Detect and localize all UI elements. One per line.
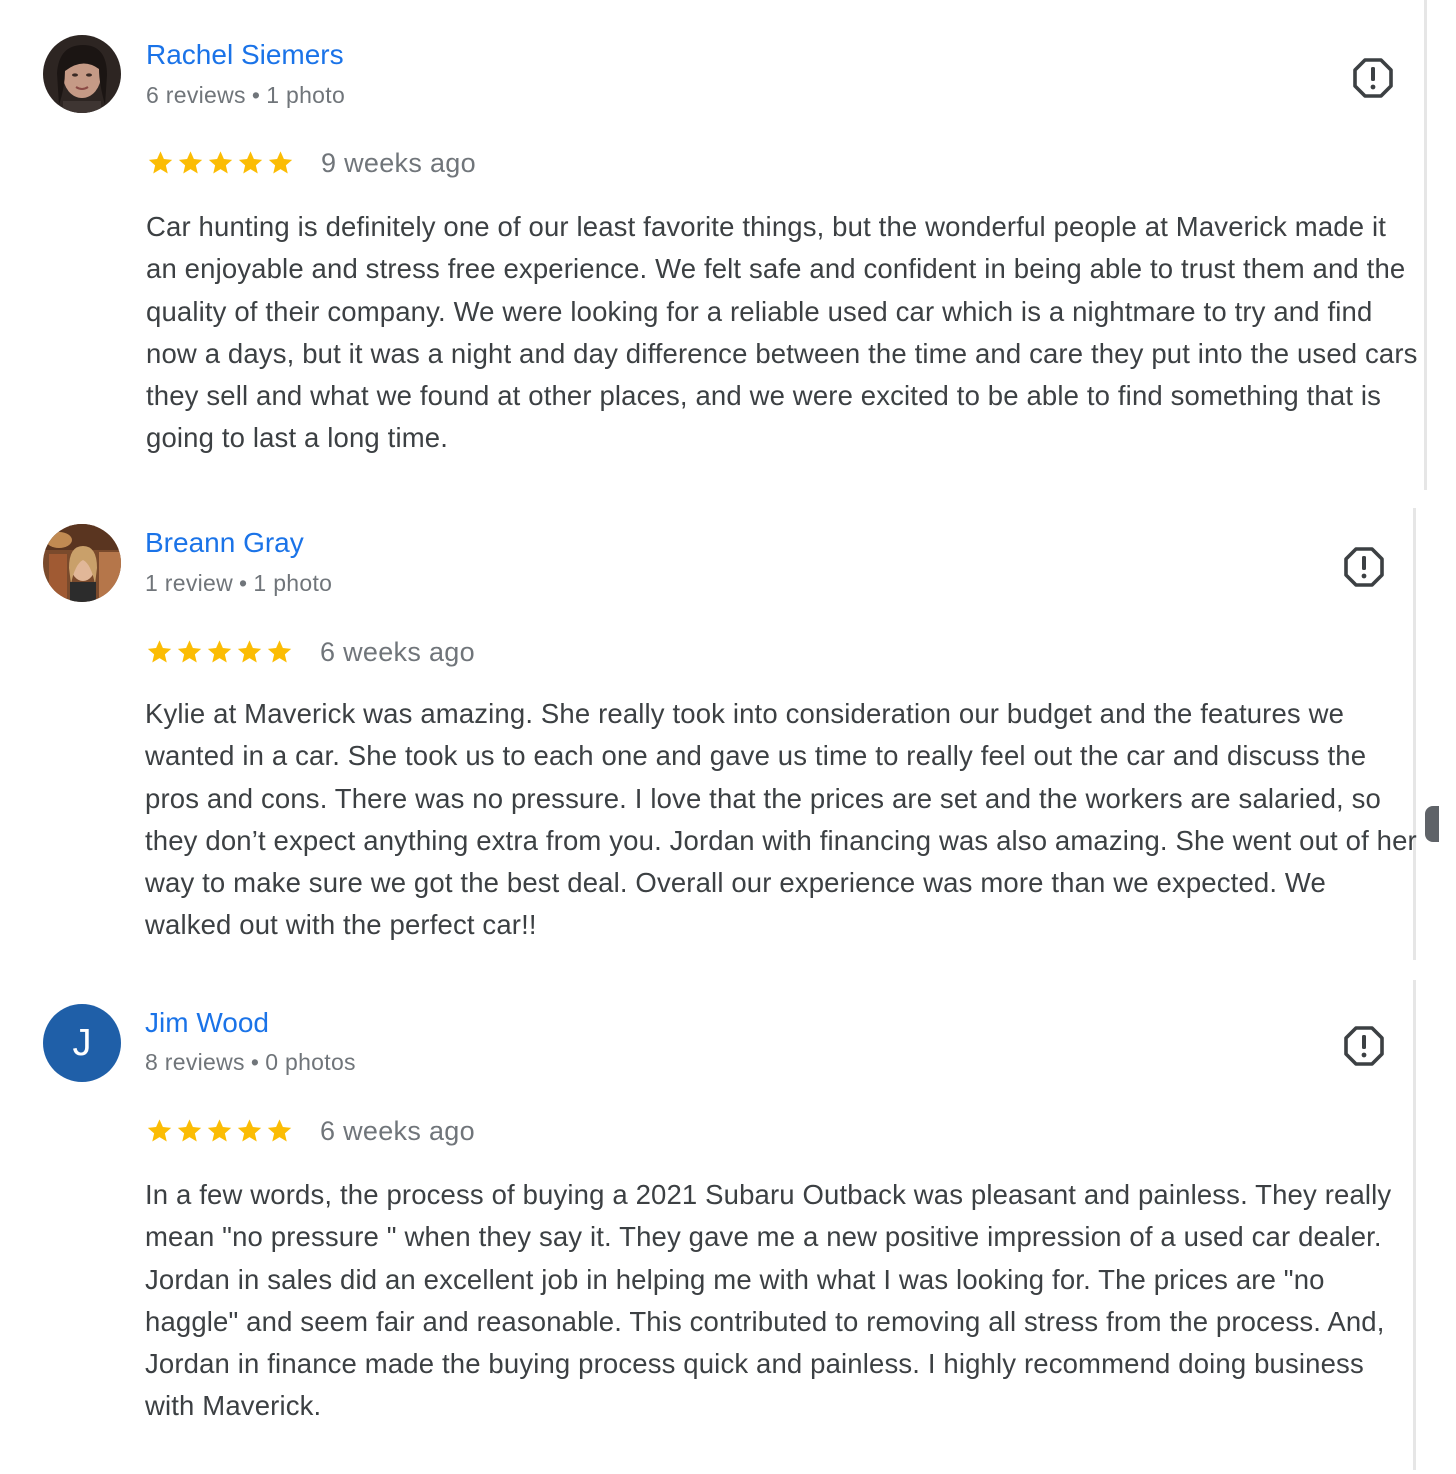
review-date: 6 weeks ago	[320, 1115, 475, 1146]
star-rating	[145, 638, 294, 666]
review-card: Breann Gray 1 review • 1 photo 6 weeks ago…	[0, 490, 1440, 960]
review-text: Car hunting is definitely one of our lea…	[146, 211, 1418, 454]
separator-dot: •	[239, 570, 248, 596]
reviewer-stats: 1 review • 1 photo	[145, 570, 332, 597]
report-flag-icon[interactable]	[1352, 57, 1394, 99]
star-icon	[267, 640, 292, 663]
star-icon	[237, 1119, 262, 1142]
star-icon	[207, 1119, 232, 1142]
reviewer-name[interactable]: Jim Wood	[145, 1007, 269, 1039]
star-icon	[237, 640, 262, 663]
separator-dot: •	[250, 1049, 260, 1075]
reviewer-name[interactable]: Rachel Siemers	[146, 39, 344, 71]
report-flag-icon[interactable]	[1343, 546, 1385, 588]
star-rating	[146, 149, 295, 177]
review-card: J Jim Wood 8 reviews • 0 photos 6 weeks ag…	[0, 960, 1440, 1474]
star-icon	[268, 151, 293, 174]
star-icon	[208, 151, 233, 174]
avatar[interactable]	[43, 524, 121, 602]
review-count: 8 reviews	[145, 1049, 245, 1075]
review-date: 6 weeks ago	[320, 636, 475, 667]
photo-count: 1 photo	[253, 570, 333, 596]
review-text: In a few words, the process of buying a …	[145, 1179, 1392, 1422]
star-icon	[177, 1119, 202, 1142]
report-flag-icon[interactable]	[1343, 1025, 1385, 1067]
avatar[interactable]: J	[43, 1004, 121, 1082]
rating-row: 9 weeks ago	[146, 146, 476, 180]
star-icon	[267, 1119, 292, 1142]
divider	[1424, 0, 1427, 490]
star-icon	[238, 151, 263, 174]
photo-count: 1 photo	[266, 82, 346, 108]
star-icon	[148, 151, 173, 174]
review-text: Kylie at Maverick was amazing. She reall…	[145, 698, 1417, 941]
side-panel-handle[interactable]	[1425, 806, 1439, 842]
reviewer-stats: 6 reviews • 1 photo	[146, 82, 345, 109]
star-icon	[207, 640, 232, 663]
review-date: 9 weeks ago	[321, 147, 476, 178]
reviewer-name[interactable]: Breann Gray	[145, 527, 304, 559]
reviewer-stats: 8 reviews • 0 photos	[145, 1049, 356, 1076]
star-icon	[177, 640, 202, 663]
review-count: 1 review	[145, 570, 234, 596]
star-icon	[147, 1119, 172, 1142]
avatar[interactable]	[43, 35, 121, 113]
star-icon	[147, 640, 172, 663]
review-card: Rachel Siemers 6 reviews • 1 photo 9 weeks…	[0, 0, 1440, 490]
separator-dot: •	[251, 82, 261, 108]
rating-row: 6 weeks ago	[145, 1114, 475, 1148]
review-count: 6 reviews	[146, 82, 246, 108]
rating-row: 6 weeks ago	[145, 635, 475, 669]
star-icon	[178, 151, 203, 174]
star-rating	[145, 1117, 294, 1145]
photo-count: 0 photos	[265, 1049, 356, 1075]
